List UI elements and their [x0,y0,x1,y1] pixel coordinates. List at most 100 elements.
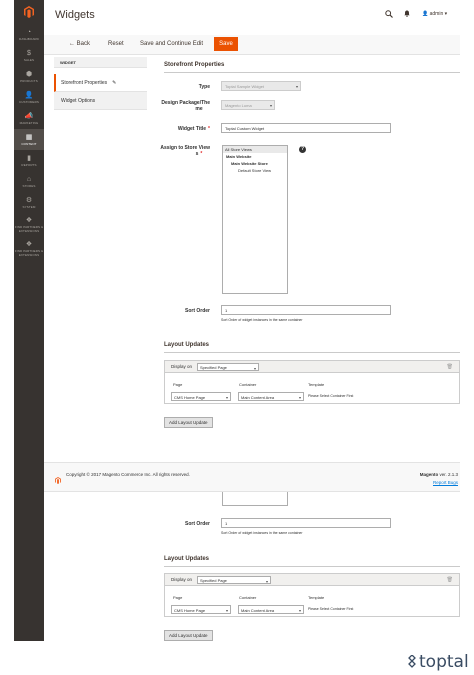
tabs-heading: Widget [54,57,147,68]
sidebar-item-sales[interactable]: $ Sales [14,45,44,66]
sidebar-item-dashboard[interactable]: ◔ Dashboard [14,24,44,45]
sidebar-item-products[interactable]: ⬢ Products [14,66,44,87]
template-column-header: Template [308,382,325,387]
customers-icon: 👤 [24,91,34,99]
sort-order-note: Sort Order of widget instances in the sa… [221,318,303,322]
container-column-header: Container [239,382,257,387]
sidebar-item-system[interactable]: ⚙ System [14,192,44,213]
sort-order-input[interactable]: 1 [221,518,391,528]
page-actions: ← Back Reset Save and Continue Edit Save [44,35,460,55]
bell-icon[interactable] [404,10,410,19]
container-select[interactable]: Main Content Area ▾ [238,605,304,614]
content-icon: ▦ [25,133,33,141]
trash-icon[interactable]: 🗑 [447,364,453,370]
copyright-text: Copyright © 2017 Magento Commerce Inc. A… [66,472,190,477]
sidebar-item-find-partners-extensions[interactable]: ❖ Find Partners & Extensions [14,237,44,261]
user-icon: 👤 [422,11,429,17]
sort-order-note: Sort Order of widget instances in the sa… [221,531,303,535]
chevron-down-icon: ▾ [444,11,448,17]
admin-sidebar: ◔ Dashboard $ Sales ⬢ Products 👤 Customers 📣 Mark… [14,0,44,641]
version-text: Magento ver. 2.1.3 [419,472,458,477]
add-layout-update-button[interactable]: Add Layout Update [164,630,213,641]
stores-icon: ⌂ [26,175,32,183]
store-views-multiselect[interactable]: All Store Views Main Website Main Websit… [222,145,288,294]
reset-button[interactable]: Reset [108,41,124,47]
design-label: Design Package/The me [161,100,210,112]
trash-icon[interactable]: 🗑 [447,577,453,583]
sidebar-item-reports[interactable]: ▮ Reports [14,150,44,171]
sort-order-label: Sort Order [184,521,210,527]
widget-title-input[interactable]: Toptal Custom Widget [221,123,391,133]
design-select: Magento Luma ▾ [221,100,275,110]
pencil-icon: ✎ [112,79,117,86]
page-header: Widgets 👤 admin ▾ [44,0,460,34]
display-on-select[interactable]: Specified Page ▾ [197,363,259,371]
sidebar-item-label: Dashboard [19,36,39,41]
sidebar-item-label: Find Partners & Extensions [14,225,44,233]
chevron-down-icon: ▾ [298,608,301,613]
products-icon: ⬢ [25,70,33,78]
sidebar-item-label: Sales [23,57,35,62]
save-continue-button[interactable]: Save and Continue Edit [140,41,203,47]
type-select: Toptal Sample Widget ▾ [221,81,301,91]
arrow-left-icon: ← [69,41,75,47]
chevron-down-icon: ▾ [295,84,298,89]
sort-order-input[interactable]: 1 [221,305,391,315]
tab-storefront-properties[interactable]: Storefront Properties ✎ [54,74,147,92]
sidebar-item-stores[interactable]: ⌂ Stores [14,171,44,192]
page-select[interactable]: CMS Home Page ▾ [171,605,231,614]
dashboard-icon: ◔ [26,28,32,36]
chevron-down-icon: ▾ [225,395,228,400]
page-footer: Copyright © 2017 Magento Commerce Inc. A… [44,462,460,492]
container-select[interactable]: Main Content Area ▾ [238,392,304,401]
page-title: Widgets [55,9,95,21]
magento-footer-logo-icon [55,471,61,489]
chevron-down-icon: ▾ [265,579,268,584]
store-views-multiselect-bottom [222,492,288,506]
report-bugs-link[interactable]: Report Bugs [433,480,458,485]
sidebar-item-content[interactable]: ▦ Content [14,129,44,150]
page-column-header: Page [173,382,183,387]
sidebar-item-label: System [22,204,36,209]
sidebar-item-label: Stores [22,183,36,188]
sidebar-item-marketing[interactable]: 📣 Marketing [14,108,44,129]
store-views-label: Assign to Store View s * [160,145,210,157]
sidebar-item-customers[interactable]: 👤 Customers [14,87,44,108]
sidebar-item-label: Reports [21,162,37,167]
page-select[interactable]: CMS Home Page ▾ [171,392,231,401]
tab-widget-options[interactable]: Widget Options [54,92,147,110]
sales-icon: $ [27,49,31,57]
search-icon[interactable] [385,10,393,20]
chevron-down-icon: ▾ [298,395,301,400]
display-on-label: Display on [171,577,193,582]
chevron-down-icon: ▾ [269,103,272,108]
template-column-header: Template [308,595,325,600]
store-option[interactable]: All Store Views [223,146,287,153]
divider [164,72,460,73]
partners-icon-2: ❖ [25,241,33,248]
section-title-layout: Layout Updates [164,342,210,348]
template-placeholder: Please Select Container First [308,394,354,398]
display-on-label: Display on [171,364,193,369]
layout-update-box: Display on Specified Page ▾ 🗑 Page Conta… [164,360,460,404]
display-on-select[interactable]: Specified Page ▾ [197,576,271,584]
chevron-down-icon: ▾ [253,366,256,371]
widget-title-label: Widget Title * [177,126,210,132]
toptal-watermark: toptal [406,652,469,672]
save-button[interactable]: Save [214,37,238,51]
user-menu[interactable]: 👤 admin ▾ [422,11,447,17]
magento-logo-icon[interactable] [14,0,44,24]
partners-icon: ❖ [25,217,33,224]
page-column-header: Page [173,595,183,600]
toptal-logo-icon [408,655,416,668]
container-column-header: Container [239,595,257,600]
store-option[interactable]: Default Store View [223,167,287,174]
system-icon: ⚙ [25,196,33,204]
sidebar-item-find-partners-extensions[interactable]: ❖ Find Partners & Extensions [14,213,44,237]
back-button[interactable]: ← Back [69,41,90,47]
sort-order-label: Sort Order [184,308,210,314]
help-icon[interactable]: ? [299,146,306,153]
add-layout-update-button[interactable]: Add Layout Update [164,417,213,428]
widget-tabs: Widget Storefront Properties ✎ Widget Op… [54,57,147,110]
sidebar-item-label: Marketing [19,120,39,125]
